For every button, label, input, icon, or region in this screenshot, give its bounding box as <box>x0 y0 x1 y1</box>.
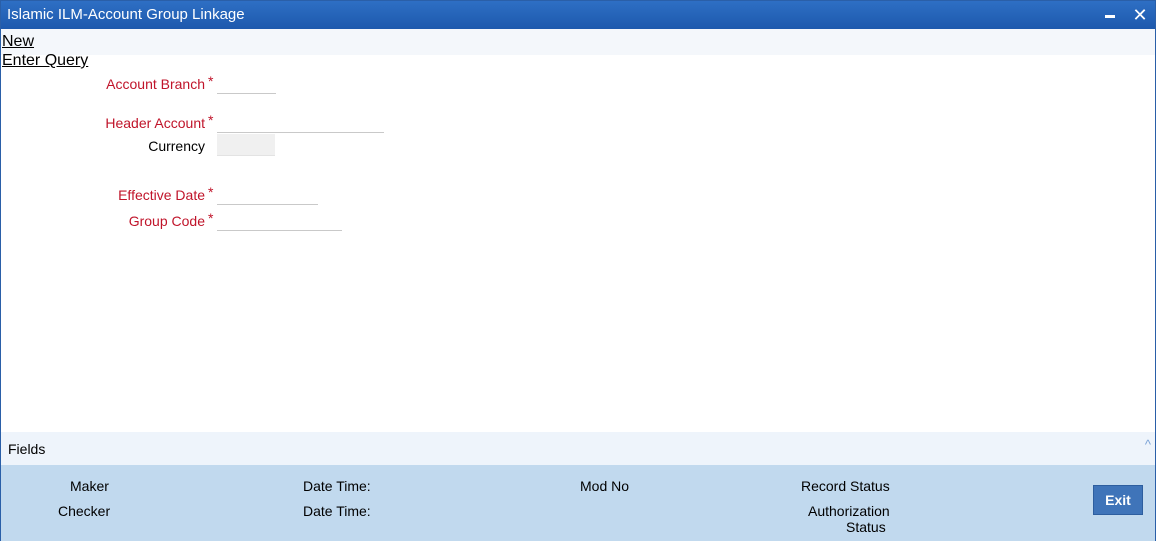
account-branch-required-mark: * <box>208 73 214 89</box>
new-link[interactable]: New <box>2 33 34 51</box>
enter-query-link[interactable]: Enter Query <box>2 52 88 70</box>
chevron-up-icon[interactable]: ^ <box>1145 437 1151 452</box>
effective-date-required-mark: * <box>208 184 214 200</box>
group-code-required-mark: * <box>208 210 214 226</box>
fields-section-bar[interactable]: Fields ^ <box>1 432 1155 465</box>
mod-no-label: Mod No <box>580 478 630 494</box>
effective-date-input[interactable] <box>217 183 318 205</box>
close-icon[interactable]: ✕ <box>1129 4 1151 26</box>
header-account-required-mark: * <box>208 112 214 128</box>
checker-date-time-label: Date Time: <box>303 503 371 519</box>
exit-button[interactable]: Exit <box>1093 485 1143 515</box>
account-branch-input[interactable] <box>217 72 276 94</box>
fields-section-label: Fields <box>8 441 46 457</box>
currency-field <box>217 134 275 156</box>
account-branch-label: Account Branch <box>106 76 205 92</box>
toolbar <box>1 29 1155 55</box>
header-account-input[interactable] <box>217 111 384 133</box>
maker-label: Maker <box>70 478 109 494</box>
app-window: Islamic ILM-Account Group Linkage ✕ New … <box>0 0 1156 541</box>
window-title: Islamic ILM-Account Group Linkage <box>7 6 245 23</box>
header-account-label: Header Account <box>105 115 205 131</box>
audit-panel <box>1 465 1155 541</box>
authorization-status-label-line2: Status <box>846 519 886 535</box>
effective-date-label: Effective Date <box>118 187 205 203</box>
minimize-icon[interactable] <box>1099 4 1121 26</box>
record-status-label: Record Status <box>801 478 890 494</box>
group-code-input[interactable] <box>217 209 342 231</box>
authorization-status-label: Authorization <box>808 503 890 519</box>
currency-label: Currency <box>148 138 205 154</box>
checker-label: Checker <box>58 503 111 519</box>
maker-date-time-label: Date Time: <box>303 478 371 494</box>
group-code-label: Group Code <box>128 213 205 229</box>
title-bar: Islamic ILM-Account Group Linkage ✕ <box>1 1 1155 29</box>
